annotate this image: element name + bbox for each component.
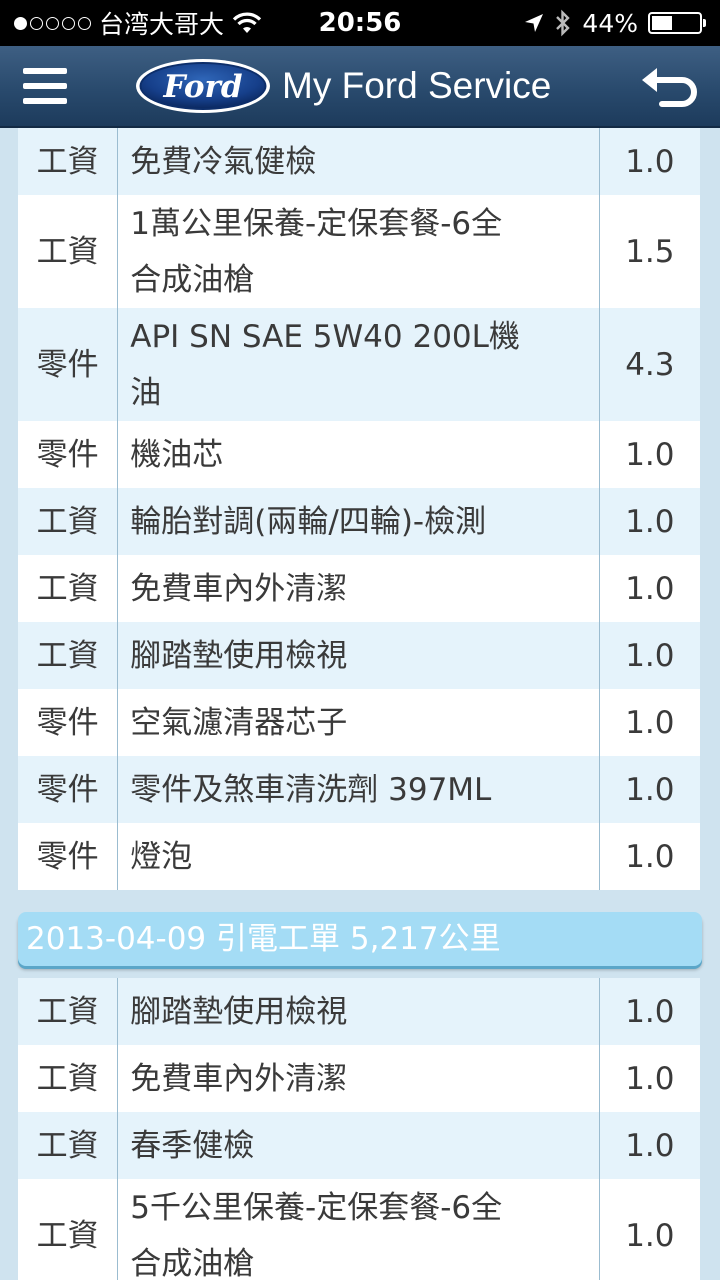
location-arrow-icon	[525, 14, 544, 32]
signal-strength-icon	[14, 16, 91, 30]
item-type: 工資	[18, 978, 118, 1045]
ford-logo-text: Ford	[163, 69, 243, 105]
item-type: 工資	[18, 488, 118, 555]
item-description: 機油芯	[117, 421, 600, 488]
item-type: 工資	[18, 1179, 118, 1280]
item-quantity: 1.0	[598, 756, 700, 823]
battery-icon	[648, 12, 706, 34]
table-row[interactable]: 工資 腳踏墊使用檢視 1.0	[18, 622, 700, 689]
item-description-line: 合成油槍	[130, 1245, 255, 1280]
service-items-table: 工資 免費冷氣健檢 1.0 工資 1萬公里保養-定保套餐-6全 合成油槍 1.5 零件 API …	[18, 128, 700, 890]
table-row[interactable]: 工資 腳踏墊使用檢視 1.0	[18, 978, 700, 1045]
item-description-line: 免費車內外清潔	[130, 1060, 348, 1097]
item-description-line: 油	[130, 374, 162, 411]
table-row[interactable]: 零件 燈泡 1.0	[18, 823, 700, 890]
item-description-line: 合成油槍	[130, 261, 255, 298]
battery-percent: 44%	[582, 8, 638, 38]
bluetooth-icon	[556, 9, 571, 37]
item-description: 1萬公里保養-定保套餐-6全 合成油槍	[117, 195, 600, 308]
table-row[interactable]: 工資 5千公里保養-定保套餐-6全 合成油槍 1.0	[18, 1179, 700, 1280]
item-quantity: 1.0	[598, 1112, 700, 1179]
item-description: 輪胎對調(兩輪/四輪)-檢測	[117, 488, 600, 555]
item-description-line: 空氣濾清器芯子	[130, 704, 348, 741]
item-description: 腳踏墊使用檢視	[117, 978, 600, 1045]
item-quantity: 1.0	[598, 555, 700, 622]
ford-logo: Ford	[136, 59, 270, 113]
item-type: 工資	[18, 1112, 118, 1179]
item-description: API SN SAE 5W40 200L機油	[117, 308, 600, 421]
hamburger-icon-line	[23, 68, 67, 74]
item-quantity: 1.0	[598, 1179, 700, 1280]
wifi-icon	[232, 12, 262, 33]
item-type: 工資	[18, 622, 118, 689]
item-description-line: 輪胎對調(兩輪/四輪)-檢測	[130, 503, 487, 540]
item-description: 免費車內外清潔	[117, 1045, 600, 1112]
item-description: 免費冷氣健檢	[117, 128, 600, 195]
status-bar: 台湾大哥大 20:56 44%	[0, 0, 720, 46]
item-quantity: 1.5	[598, 195, 700, 308]
item-type: 工資	[18, 555, 118, 622]
status-right: 44%	[524, 0, 708, 46]
battery-fill	[652, 16, 672, 30]
item-description-line: 免費車內外清潔	[130, 570, 348, 607]
item-description: 燈泡	[117, 823, 600, 890]
item-quantity: 4.3	[598, 308, 700, 421]
carrier-name: 台湾大哥大	[99, 10, 225, 39]
work-order-header[interactable]: 2013-04-09 引電工單 5,217公里	[18, 912, 702, 966]
item-quantity: 1.0	[598, 622, 700, 689]
status-left: 台湾大哥大	[14, 0, 262, 46]
item-quantity: 1.0	[598, 421, 700, 488]
back-arrow-icon[interactable]	[638, 60, 700, 112]
item-quantity: 1.0	[598, 978, 700, 1045]
item-description-line: 燈泡	[130, 838, 193, 875]
table-row[interactable]: 工資 輪胎對調(兩輪/四輪)-檢測 1.0	[18, 488, 700, 555]
item-description-line: 免費冷氣健檢	[130, 143, 317, 180]
item-type: 工資	[18, 195, 118, 308]
item-description: 免費車內外清潔	[117, 555, 600, 622]
item-type: 零件	[18, 308, 118, 421]
item-description-line: 1萬公里保養-定保套餐-6全	[130, 205, 503, 242]
item-type: 零件	[18, 689, 118, 756]
item-description: 空氣濾清器芯子	[117, 689, 600, 756]
hamburger-icon-line	[23, 83, 67, 89]
item-description-line: 腳踏墊使用檢視	[130, 637, 348, 674]
item-description-line: API SN SAE 5W40 200L機	[130, 318, 520, 355]
hamburger-icon-line	[23, 98, 67, 104]
table-row[interactable]: 工資 免費冷氣健檢 1.0	[18, 128, 700, 195]
item-description-line: 春季健檢	[130, 1127, 255, 1164]
item-type: 工資	[18, 128, 118, 195]
item-quantity: 1.0	[598, 1045, 700, 1112]
item-description: 春季健檢	[117, 1112, 600, 1179]
item-quantity: 1.0	[598, 488, 700, 555]
item-description: 腳踏墊使用檢視	[117, 622, 600, 689]
service-items-table-2: 工資 腳踏墊使用檢視 1.0 工資 免費車內外清潔 1.0 工資 春季健檢 1.0 工資 5千公里保…	[18, 978, 700, 1280]
menu-button[interactable]	[20, 64, 70, 108]
item-description-line: 零件及煞車清洗劑 397ML	[130, 771, 492, 808]
item-description: 5千公里保養-定保套餐-6全 合成油槍	[117, 1179, 600, 1280]
table-row[interactable]: 工資 1萬公里保養-定保套餐-6全 合成油槍 1.5	[18, 195, 700, 308]
item-quantity: 1.0	[598, 823, 700, 890]
table-row[interactable]: 零件 空氣濾清器芯子 1.0	[18, 689, 700, 756]
table-row[interactable]: 工資 免費車內外清潔 1.0	[18, 1045, 700, 1112]
item-type: 零件	[18, 421, 118, 488]
item-type: 零件	[18, 756, 118, 823]
app-title: My Ford Service	[282, 65, 552, 106]
table-row[interactable]: 零件 機油芯 1.0	[18, 421, 700, 488]
table-row[interactable]: 工資 免費車內外清潔 1.0	[18, 555, 700, 622]
nav-bar: Ford My Ford Service	[0, 46, 720, 128]
item-description-line: 腳踏墊使用檢視	[130, 993, 348, 1030]
item-description: 零件及煞車清洗劑 397ML	[117, 756, 600, 823]
table-row[interactable]: 零件 零件及煞車清洗劑 397ML 1.0	[18, 756, 700, 823]
table-row[interactable]: 零件 API SN SAE 5W40 200L機油 4.3	[18, 308, 700, 421]
item-type: 零件	[18, 823, 118, 890]
item-quantity: 1.0	[598, 689, 700, 756]
item-description-line: 機油芯	[130, 436, 224, 473]
item-quantity: 1.0	[598, 128, 700, 195]
item-description-line: 5千公里保養-定保套餐-6全	[130, 1189, 503, 1226]
service-record-list[interactable]: 工資 免費冷氣健檢 1.0 工資 1萬公里保養-定保套餐-6全 合成油槍 1.5 零件 API …	[0, 128, 720, 1280]
item-type: 工資	[18, 1045, 118, 1112]
table-row[interactable]: 工資 春季健檢 1.0	[18, 1112, 700, 1179]
